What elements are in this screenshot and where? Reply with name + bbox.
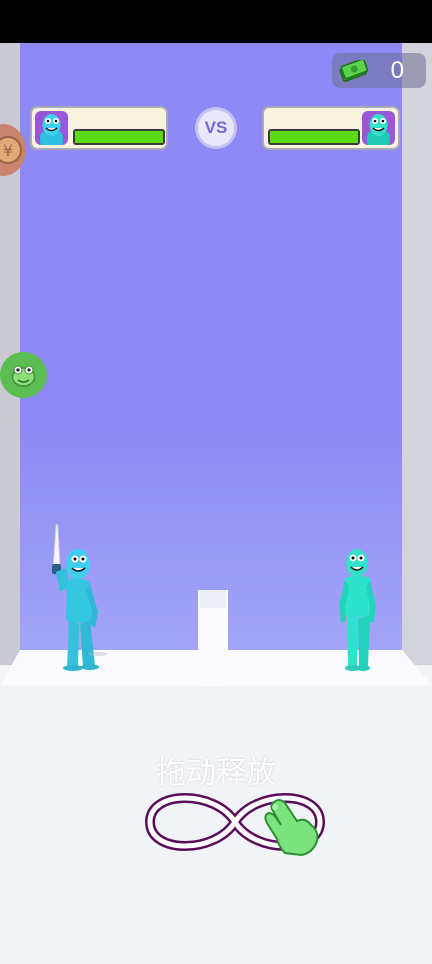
player-fighter [52, 523, 108, 671]
enemy-avatar [362, 111, 395, 145]
right-wall [402, 43, 432, 665]
enemy-health-fill [270, 131, 358, 143]
player-health-fill [75, 131, 163, 143]
player-avatar [35, 111, 68, 145]
enemy-health-card [262, 106, 400, 150]
player-health-card [30, 106, 168, 150]
player-health-bar [73, 129, 165, 145]
money-counter: 0 [332, 53, 426, 88]
enemy-health-bar [268, 129, 360, 145]
vs-badge: VS [195, 107, 237, 149]
status-bar [0, 0, 432, 43]
frog-icon[interactable] [0, 352, 47, 398]
cash-icon [339, 59, 368, 82]
svg-text:¥: ¥ [3, 141, 13, 160]
enemy-fighter [339, 549, 376, 671]
coins-icon[interactable]: ¥ [0, 124, 26, 176]
infinity-swipe-hand-icon [145, 793, 325, 857]
money-value: 0 [390, 56, 404, 84]
center-pillar-top [200, 590, 226, 608]
